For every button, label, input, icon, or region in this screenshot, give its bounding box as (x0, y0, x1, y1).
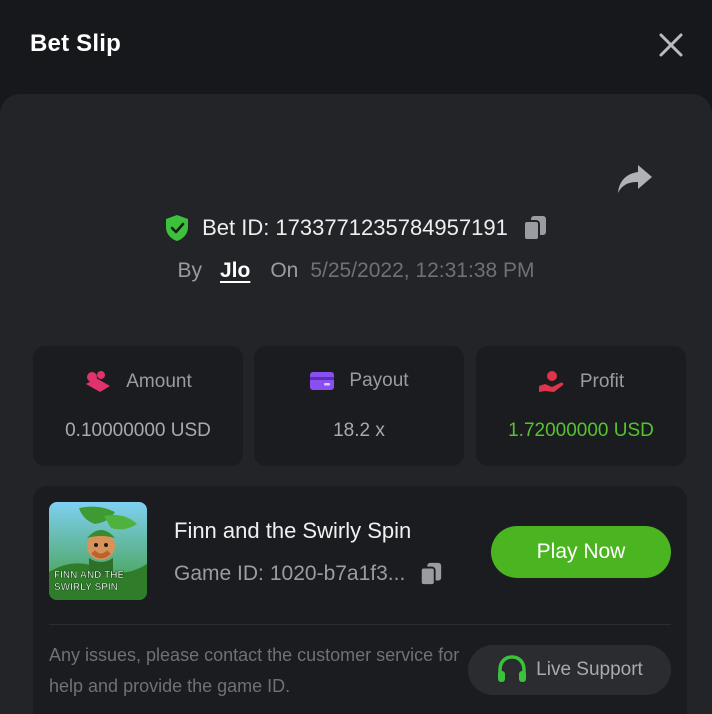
profit-card: Profit 1.72000000 USD (476, 346, 686, 466)
card-icon (310, 372, 335, 390)
payout-value: 18.2 x (333, 420, 385, 441)
game-id-value: 1020-b7a1f3... (269, 562, 406, 585)
bet-id-row: Bet ID: 1733771235784957191 (0, 210, 712, 246)
bet-slip-modal: Bet Slip Bet ID: 1733771235784957191 By … (0, 0, 712, 714)
profit-header: Profit (476, 370, 686, 394)
bet-meta-row: By Jlo On 5/25/2022, 12:31:38 PM (0, 254, 712, 288)
game-name[interactable]: Finn and the Swirly Spin (174, 518, 411, 544)
hand-coin-icon (538, 371, 564, 392)
play-now-button[interactable]: Play Now (491, 526, 671, 578)
close-button[interactable] (656, 30, 686, 60)
close-icon (659, 33, 683, 57)
on-label: On (270, 259, 299, 282)
game-thumbnail[interactable]: FINN AND THE SWIRLY SPIN (49, 502, 147, 600)
support-text: Any issues, please contact the customer … (49, 645, 460, 696)
payout-label: Payout (349, 370, 409, 391)
payout-header: Payout (254, 370, 464, 392)
profit-label: Profit (579, 371, 625, 392)
header-bar: Bet Slip (0, 0, 712, 90)
payout-card: Payout 18.2 x (254, 346, 464, 466)
thumb-title-line1: FINN AND THE (54, 570, 125, 581)
coins-icon (86, 371, 111, 392)
user-link[interactable]: Jlo (220, 259, 250, 283)
share-icon (618, 165, 652, 193)
game-art-image: FINN AND THE SWIRLY SPIN (49, 502, 147, 600)
copy-icon[interactable] (522, 214, 548, 242)
bet-date: 5/25/2022, 12:31:38 PM (310, 259, 535, 282)
game-id-row: Game ID: 1020-b7a1f3... (174, 560, 443, 588)
game-id-label: Game ID: (174, 562, 264, 585)
shield-check-icon (166, 215, 189, 241)
headset-icon (498, 655, 527, 682)
amount-label: Amount (126, 371, 192, 392)
amount-header: Amount (33, 370, 243, 394)
thumb-title-line2: SWIRLY SPIN (54, 582, 118, 593)
bet-id-value: 1733771235784957191 (275, 215, 508, 240)
live-support-label: Live Support (536, 659, 643, 680)
share-button[interactable] (616, 162, 654, 196)
copy-icon[interactable] (419, 560, 443, 588)
game-card: FINN AND THE SWIRLY SPIN Finn and the Sw… (33, 486, 687, 714)
amount-value: 0.10000000 USD (65, 420, 211, 441)
divider (49, 624, 671, 625)
profit-value: 1.72000000 USD (508, 420, 654, 441)
page-title: Bet Slip (30, 30, 121, 57)
by-label: By (177, 259, 202, 282)
bet-id-label: Bet ID: (202, 215, 270, 240)
amount-card: Amount 0.10000000 USD (33, 346, 243, 466)
live-support-button[interactable]: Live Support (468, 645, 671, 695)
